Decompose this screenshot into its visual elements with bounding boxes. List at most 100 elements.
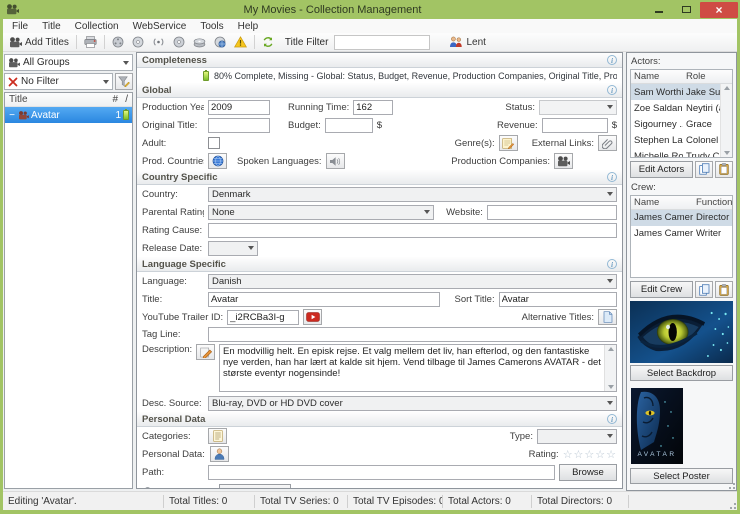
edit-filter-button[interactable] [115, 73, 133, 90]
disc-stack-icon [193, 38, 206, 48]
description-scrollbar[interactable] [604, 345, 616, 391]
rating-stars[interactable] [563, 448, 617, 461]
youtube-button[interactable] [303, 309, 323, 325]
external-links-button[interactable] [598, 135, 617, 151]
actor-row[interactable]: Michelle Ro... Trudy Chacon [631, 148, 732, 157]
adult-checkbox[interactable] [208, 137, 220, 149]
prod-countries-label: Prod. Countries: [142, 155, 204, 167]
prod-countries-button[interactable] [208, 153, 227, 169]
youtube-trailer-input[interactable] [227, 309, 300, 325]
lent-button[interactable]: Lent [446, 35, 488, 49]
categories-button[interactable] [208, 428, 227, 444]
description-textarea[interactable]: En modvillig helt. En episk rejse. Et va… [220, 345, 616, 391]
maximize-button[interactable] [673, 3, 699, 17]
film-reel-button[interactable] [109, 35, 127, 49]
production-companies-button[interactable] [554, 153, 573, 169]
crew-row[interactable]: James Cameron Director [631, 209, 732, 226]
disc-button[interactable] [170, 35, 188, 49]
collapse-icon[interactable] [8, 110, 16, 121]
info-icon[interactable] [607, 259, 617, 269]
menu-title[interactable]: Title [35, 20, 68, 33]
app-window: My Movies - Collection Management File T… [0, 0, 740, 514]
info-icon[interactable] [607, 55, 617, 65]
paperclip-icon [602, 138, 613, 149]
save-movie-button[interactable]: Save Movie [219, 483, 291, 488]
sort-title-input[interactable] [498, 291, 617, 307]
menu-webservice[interactable]: WebService [126, 20, 194, 33]
right-panel: Actors: Name Role Sam Worthi... Jake Sul… [626, 52, 737, 491]
language-dropdown[interactable]: Danish [208, 273, 617, 289]
poster-image[interactable]: AVATAR [631, 388, 683, 465]
crew-header[interactable]: Name Function [631, 195, 732, 210]
minimize-button[interactable] [646, 3, 672, 17]
menu-collection[interactable]: Collection [68, 20, 126, 33]
edit-actors-button[interactable]: Edit Actors [630, 160, 693, 178]
paste-crew-button[interactable] [715, 281, 733, 299]
running-time-input[interactable] [353, 99, 394, 115]
spoken-languages-button[interactable] [325, 153, 345, 169]
title-filter-label: Title Filter [284, 36, 329, 48]
browse-button[interactable]: Browse [559, 463, 617, 481]
warning-button[interactable] [231, 35, 250, 49]
add-titles-button[interactable]: Add Titles [6, 36, 72, 49]
broadcast-button[interactable] [149, 35, 168, 49]
list-item-avatar[interactable]: Avatar 1 [5, 107, 132, 123]
paste-actors-button[interactable] [715, 160, 733, 178]
menu-file[interactable]: File [5, 20, 35, 33]
actors-header[interactable]: Name Role [631, 70, 732, 85]
menu-help[interactable]: Help [231, 20, 266, 33]
desc-source-dropdown[interactable]: Blu-ray, DVD or HD DVD cover [208, 395, 617, 411]
actors-scrollbar[interactable] [720, 84, 732, 157]
chevron-down-icon [607, 192, 613, 196]
path-input[interactable] [208, 464, 555, 480]
filter-dropdown[interactable]: No Filter [4, 73, 113, 90]
edit-description-button[interactable] [196, 344, 215, 360]
select-poster-button[interactable]: Select Poster [630, 468, 733, 484]
parental-rating-dropdown[interactable]: None [208, 204, 435, 220]
production-year-input[interactable] [208, 99, 270, 115]
actor-row[interactable]: Sam Worthi... Jake Sully [631, 84, 732, 101]
refresh-button[interactable] [259, 35, 277, 49]
tag-line-input[interactable] [208, 326, 617, 342]
title-input[interactable] [208, 291, 441, 307]
copy-crew-button[interactable] [695, 281, 713, 299]
type-dropdown[interactable] [537, 428, 617, 444]
rating-cause-input[interactable] [208, 222, 617, 238]
copy-actors-button[interactable] [695, 160, 713, 178]
title-list-header[interactable]: Title # / [5, 93, 132, 107]
revenue-input[interactable] [541, 117, 608, 133]
print-button[interactable] [81, 35, 100, 49]
window-resize-grip[interactable] [728, 501, 736, 509]
close-button[interactable] [700, 1, 738, 18]
original-title-input[interactable] [208, 117, 270, 133]
crew-row[interactable]: James Cameron Writer [631, 226, 732, 242]
actor-row[interactable]: Sigourney ... Grace [631, 116, 732, 132]
release-date-dropdown[interactable] [208, 240, 258, 256]
section-title: Personal Data [142, 413, 206, 425]
budget-input[interactable] [324, 117, 373, 133]
website-input[interactable] [486, 204, 617, 220]
info-icon[interactable] [607, 85, 617, 95]
actor-row[interactable]: Zoe Saldana Neytiri (as Z... [631, 100, 732, 116]
alternative-titles-button[interactable] [598, 309, 617, 325]
info-icon[interactable] [607, 172, 617, 182]
disc-globe-button[interactable] [211, 35, 229, 49]
title-filter-input[interactable] [334, 34, 431, 50]
backdrop-image[interactable] [630, 301, 733, 364]
status-dropdown[interactable] [539, 99, 617, 115]
actor-row[interactable]: Stephen Lang Colonel Mile... [631, 132, 732, 148]
panel-resize-grip[interactable] [727, 481, 735, 489]
personal-data-button[interactable] [210, 446, 229, 462]
section-title: Language Specific [142, 258, 226, 270]
actor-role: Jake Sully [686, 86, 720, 98]
disc-player-button[interactable] [129, 35, 147, 49]
groups-dropdown[interactable]: All Groups [4, 54, 133, 71]
select-backdrop-button[interactable]: Select Backdrop [630, 365, 733, 382]
country-dropdown[interactable]: Denmark [208, 186, 617, 202]
menu-tools[interactable]: Tools [193, 20, 230, 33]
disc-stack-button[interactable] [190, 35, 209, 49]
info-icon[interactable] [607, 414, 617, 424]
genres-button[interactable] [498, 135, 518, 151]
release-date-label: Release Date: [142, 242, 203, 254]
edit-crew-button[interactable]: Edit Crew [630, 281, 693, 299]
